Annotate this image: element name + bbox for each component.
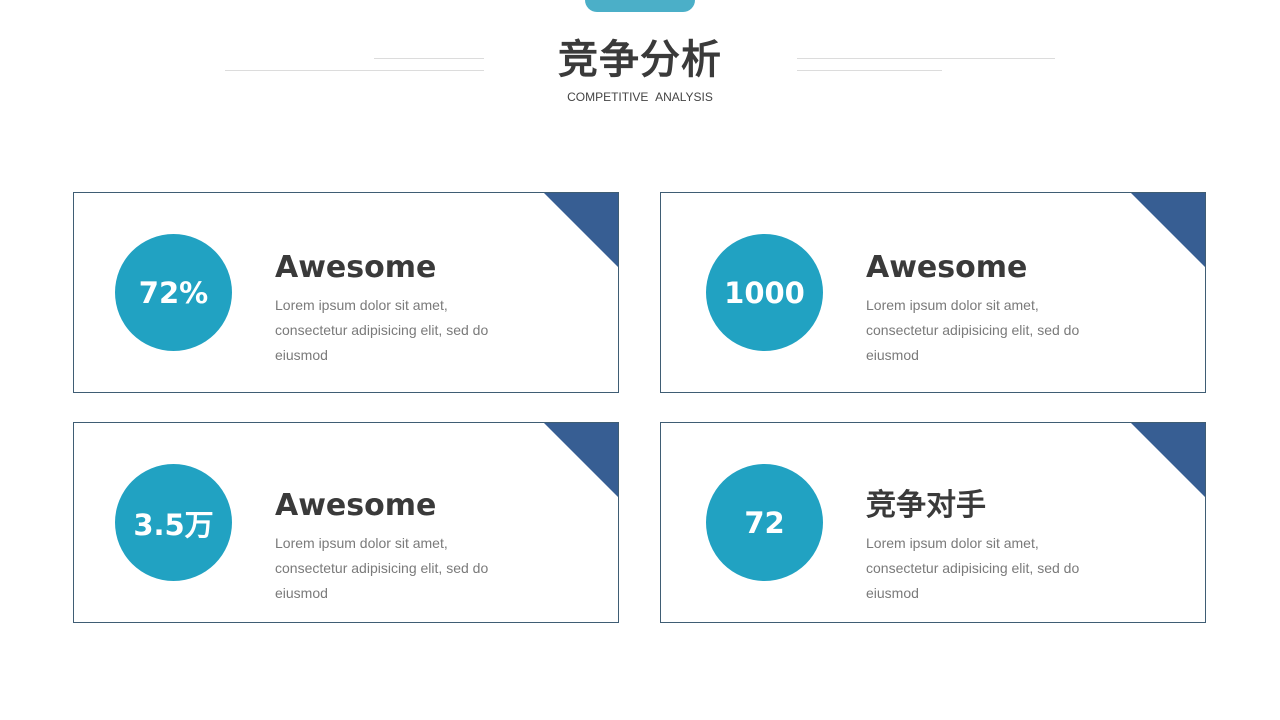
page-subtitle: COMPETITIVE ANALYSIS: [567, 90, 713, 104]
card-heading: 竞争对手: [866, 488, 986, 523]
stat-circle: 72: [706, 464, 823, 581]
card-heading: Awesome: [866, 250, 1028, 285]
page-title: 竞争分析: [558, 37, 722, 83]
card-description: Lorem ipsum dolor sit amet, consectetur …: [275, 297, 489, 363]
stat-circle: 72%: [115, 234, 232, 351]
stat-value: 1000: [724, 275, 805, 310]
stat-value: 72%: [138, 275, 209, 310]
stat-card-1: 72% Awesome Lorem ipsum dolor sit amet, …: [73, 192, 619, 393]
stat-value: 3.5万: [133, 507, 214, 542]
card-heading: Awesome: [275, 488, 437, 523]
top-tab-decoration: [585, 0, 695, 12]
stat-card-3: 3.5万 Awesome Lorem ipsum dolor sit amet,…: [73, 422, 619, 623]
card-corner-triangle: [1130, 193, 1205, 268]
card-description: Lorem ipsum dolor sit amet, consectetur …: [866, 297, 1080, 363]
stat-value: 72: [744, 505, 785, 540]
card-corner-triangle: [543, 423, 618, 498]
stat-circle: 3.5万: [115, 464, 232, 581]
stat-circle: 1000: [706, 234, 823, 351]
card-heading: Awesome: [275, 250, 437, 285]
stat-card-2: 1000 Awesome Lorem ipsum dolor sit amet,…: [660, 192, 1206, 393]
card-corner-triangle: [543, 193, 618, 268]
card-corner-triangle: [1130, 423, 1205, 498]
stat-card-4: 72 竞争对手 Lorem ipsum dolor sit amet, cons…: [660, 422, 1206, 623]
card-description: Lorem ipsum dolor sit amet, consectetur …: [275, 535, 489, 601]
card-description: Lorem ipsum dolor sit amet, consectetur …: [866, 535, 1080, 601]
